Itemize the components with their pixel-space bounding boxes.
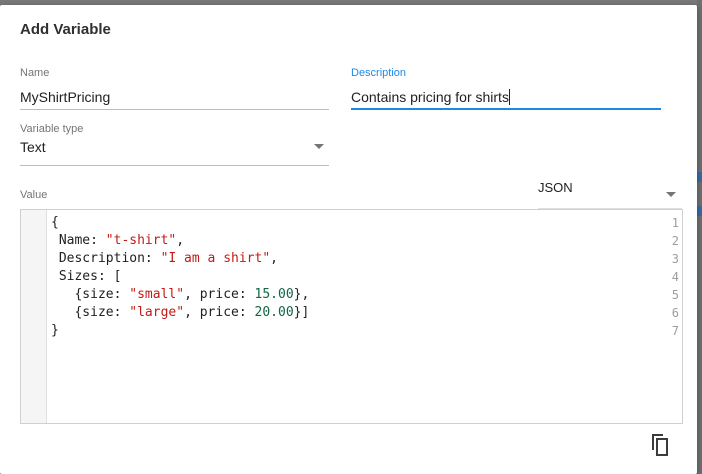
code-token: {size: <box>51 287 130 302</box>
chevron-down-icon <box>666 192 676 197</box>
code-token: } <box>51 323 59 338</box>
code-line: Name: "t-shirt", <box>51 233 184 248</box>
string-token: "I am a shirt" <box>160 251 271 266</box>
line-gutter <box>21 210 47 423</box>
format-value: JSON <box>538 180 573 195</box>
code-line: Sizes: [ <box>51 269 122 284</box>
line-number: 1 <box>671 216 679 230</box>
description-text: Contains pricing for shirts <box>351 89 509 105</box>
backdrop <box>697 0 702 474</box>
code-token: }, <box>293 287 310 302</box>
name-underline <box>20 109 329 110</box>
code-token: Description: <box>51 251 161 266</box>
code-token: Name: <box>51 233 106 248</box>
copy-button[interactable] <box>648 432 672 458</box>
description-underline <box>351 108 661 110</box>
code-editor[interactable]: 1 {2 Name: "t-shirt", 3 Description: "I am… <box>20 209 683 424</box>
line-number: 5 <box>671 288 679 302</box>
text-caret <box>508 89 510 105</box>
copy-icon <box>652 434 668 456</box>
number-token: 15.00 <box>254 287 294 302</box>
code-line: { <box>51 215 59 230</box>
dialog-title: Add Variable <box>20 21 111 38</box>
line-number: 7 <box>671 324 679 338</box>
name-input[interactable]: MyShirtPricing <box>20 89 110 105</box>
code-line: {size: "small", price: 15.00}, <box>51 287 309 302</box>
code-token: , price: <box>184 287 255 302</box>
line-number: 4 <box>671 270 679 284</box>
add-variable-dialog: Add Variable Name MyShirtPricing Descrip… <box>0 5 697 474</box>
variable-type-value: Text <box>20 139 46 155</box>
string-token: "large" <box>129 305 185 320</box>
string-token: "t-shirt" <box>105 233 177 248</box>
code-line: } <box>51 323 59 338</box>
code-token: , <box>176 233 185 248</box>
line-number: 6 <box>671 306 679 320</box>
value-label: Value <box>20 189 48 201</box>
description-label: Description <box>351 67 407 79</box>
backdrop-accent <box>697 172 702 182</box>
code-token: , price: <box>184 305 255 320</box>
code-token: { <box>51 215 59 230</box>
code-token: , <box>270 251 278 266</box>
variable-type-label: Variable type <box>20 123 84 135</box>
code-token: Sizes: [ <box>51 269 122 284</box>
name-label: Name <box>20 67 50 79</box>
description-input[interactable]: Contains pricing for shirts <box>351 89 510 105</box>
code-line: {size: "large", price: 20.00}] <box>51 305 309 320</box>
code-token: {size: <box>51 305 130 320</box>
string-token: "small" <box>129 287 185 302</box>
line-number: 3 <box>671 252 679 266</box>
variable-type-underline <box>20 165 329 166</box>
code-token: }] <box>293 305 310 320</box>
backdrop-accent <box>697 206 702 216</box>
chevron-down-icon <box>314 144 324 149</box>
code-line: Description: "I am a shirt", <box>51 251 278 266</box>
line-number: 2 <box>671 234 679 248</box>
number-token: 20.00 <box>254 305 294 320</box>
